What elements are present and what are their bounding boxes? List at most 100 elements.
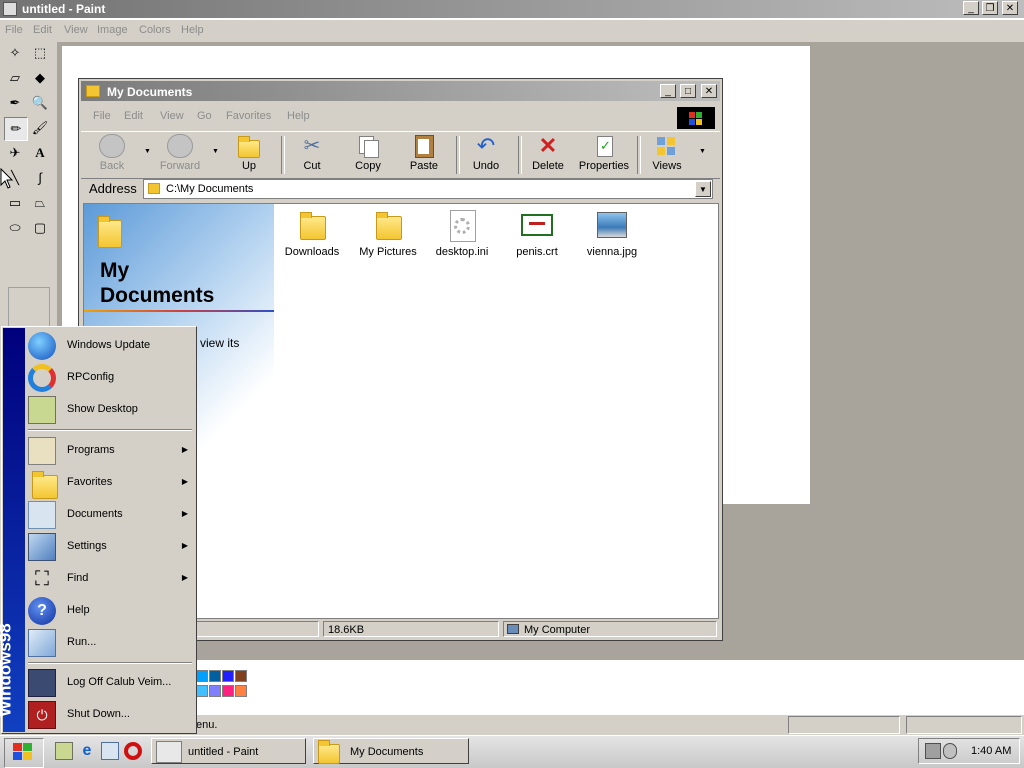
paint-app-icon[interactable] [3,2,17,16]
eraser-icon[interactable]: ▱ [4,67,26,89]
magnifier-icon[interactable]: 🔍 [29,92,51,114]
submenu-arrow-icon: ▶ [181,573,188,582]
explorer-menu-edit[interactable]: Edit [124,110,143,122]
address-dropdown-button[interactable]: ▼ [695,181,711,197]
explorer-menu-go[interactable]: Go [197,110,212,122]
paint-title-bar[interactable]: untitled - Paint _ ❐ ✕ [0,0,1024,18]
paste-button[interactable]: Paste [397,134,451,172]
web-view-hint-text: view its [200,336,240,350]
start-item-rpconfig[interactable]: RPConfig [26,362,194,394]
free-select-icon[interactable]: ✧ [4,42,26,64]
explorer-menu-view[interactable]: View [160,110,184,122]
palette-color-7[interactable] [222,685,234,697]
submenu-arrow-icon: ▶ [181,509,188,518]
start-item-settings[interactable]: Settings ▶ [26,531,194,563]
start-item-log-off[interactable]: Log Off Calub Veim... [26,667,194,699]
file-item-desktop-ini[interactable]: desktop.ini [422,204,502,258]
paint-menu-image[interactable]: Image [97,24,128,36]
task-button-my-documents[interactable]: My Documents [313,738,469,764]
address-input[interactable]: C:\My Documents ▼ [143,179,713,199]
network-tray-icon[interactable] [925,743,941,759]
palette-color-8[interactable] [235,685,247,697]
start-item-help[interactable]: ? Help [26,595,194,627]
palette-color-6[interactable] [209,685,221,697]
ellipse-tool-icon[interactable]: ⬭ [4,217,26,239]
airbrush-icon[interactable]: ✈ [4,142,26,164]
start-button[interactable] [4,738,44,768]
documents-icon [28,501,56,529]
back-dropdown-icon[interactable]: ▼ [144,148,151,155]
explorer-title-bar[interactable]: My Documents _ □ ✕ [81,81,720,101]
paint-menu-edit[interactable]: Edit [33,24,52,36]
start-item-windows-update[interactable]: Windows Update [26,330,194,362]
explorer-maximize-button[interactable]: □ [680,84,696,98]
start-item-documents[interactable]: Documents ▶ [26,499,194,531]
start-item-show-desktop[interactable]: Show Desktop [26,394,194,426]
show-desktop-quicklaunch-icon[interactable] [55,742,73,760]
paint-menu-bar: File Edit View Image Colors Help [0,20,1024,42]
pencil-icon[interactable]: ✏ [4,117,28,141]
opera-icon[interactable] [124,742,142,760]
certificate-icon [521,210,553,242]
rectangle-tool-icon[interactable]: ▭ [4,192,26,214]
rect-select-icon[interactable]: ⬚ [29,42,51,64]
power-icon: ⏻ [28,701,56,729]
help-icon: ? [28,597,56,625]
paint-close-button[interactable]: ✕ [1002,1,1018,15]
paint-menu-colors[interactable]: Colors [139,24,171,36]
file-item-my-pictures[interactable]: My Pictures [348,204,428,258]
views-dropdown-icon[interactable]: ▼ [699,148,706,155]
taskbar-clock[interactable]: 1:40 AM [971,745,1011,757]
fill-bucket-icon[interactable]: ◆ [29,67,51,89]
views-icon [654,134,680,158]
explorer-menu-help[interactable]: Help [287,110,310,122]
file-item-downloads[interactable]: Downloads [272,204,352,258]
undo-button[interactable]: ↶ Undo [459,134,513,173]
properties-button[interactable]: ✓ Properties [577,134,631,172]
paint-menu-view[interactable]: View [64,24,88,36]
paint-minimize-button[interactable]: _ [963,1,979,15]
address-label: Address [89,181,137,196]
delete-button[interactable]: ✕ Delete [521,134,575,173]
start-item-find[interactable]: ⛶ Find ▶ [26,563,194,595]
start-item-favorites[interactable]: Favorites ▶ [26,467,194,499]
start-item-run[interactable]: Run... [26,627,194,659]
brush-icon[interactable]: 🖌 [29,117,51,139]
scheduler-tray-icon[interactable] [943,743,957,759]
up-button[interactable]: Up [222,134,276,172]
folder-icon[interactable] [86,85,100,97]
views-button[interactable]: Views [640,134,694,172]
curve-tool-icon[interactable]: ∫ [29,167,51,189]
paint-menu-help[interactable]: Help [181,24,204,36]
task-button-paint[interactable]: untitled - Paint [151,738,306,764]
internet-explorer-icon[interactable]: e [78,742,96,760]
palette-color-2[interactable] [209,670,221,682]
rounded-rect-tool-icon[interactable]: ▢ [29,217,51,239]
polygon-tool-icon[interactable]: ⏢ [29,192,51,214]
forward-dropdown-icon[interactable]: ▼ [212,148,219,155]
outlook-express-icon[interactable] [101,742,119,760]
forward-button[interactable]: Forward [153,134,207,172]
palette-color-3[interactable] [222,670,234,682]
file-item-vienna-jpg[interactable]: vienna.jpg [572,204,652,258]
copy-button[interactable]: Copy [341,134,395,172]
paint-maximize-button[interactable]: ❐ [982,1,998,15]
explorer-close-button[interactable]: ✕ [701,84,717,98]
palette-color-4[interactable] [235,670,247,682]
color-picker-icon[interactable]: ✒ [4,92,26,114]
start-item-shut-down[interactable]: ⏻ Shut Down... [26,699,194,731]
start-menu-banner-text: Windows98 [0,623,15,717]
system-tray: 1:40 AM [918,738,1020,764]
palette-color-5[interactable] [196,685,208,697]
text-tool-icon[interactable]: A [29,142,51,164]
mouse-cursor-icon [0,168,14,189]
paint-menu-file[interactable]: File [5,24,23,36]
back-button[interactable]: Back [85,134,139,172]
start-item-programs[interactable]: Programs ▶ [26,435,194,467]
cut-button[interactable]: ✂ Cut [285,134,339,172]
palette-color-1[interactable] [196,670,208,682]
explorer-menu-favorites[interactable]: Favorites [226,110,271,122]
explorer-minimize-button[interactable]: _ [660,84,676,98]
file-item-penis-crt[interactable]: penis.crt [497,204,577,258]
explorer-menu-file[interactable]: File [93,110,111,122]
